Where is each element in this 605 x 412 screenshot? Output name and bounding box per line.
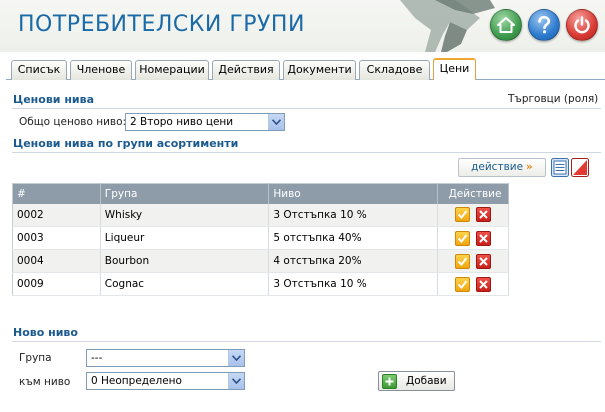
cell-level: 5 отстъпка 40% xyxy=(268,226,439,250)
column-header-level: Ниво xyxy=(268,183,439,204)
general-price-level-label: Общо ценово ниво: xyxy=(19,116,127,128)
tab-numbering[interactable]: Номерации xyxy=(135,60,209,80)
cell-id: 0009 xyxy=(12,272,101,296)
level-label: към ниво xyxy=(19,376,71,388)
edit-icon[interactable] xyxy=(455,253,470,269)
column-header-group: Група xyxy=(100,183,270,204)
assortment-levels-title: Ценови нива по групи асортименти xyxy=(13,137,239,150)
table-row: 0009 Cognac 3 Отстъпка 10 % xyxy=(12,272,509,296)
chevron-down-icon xyxy=(268,114,284,130)
divider xyxy=(12,152,601,153)
general-price-level-select[interactable]: 2 Второ ниво цени xyxy=(125,113,285,131)
level-select[interactable]: 0 Неопределено xyxy=(86,372,245,390)
cell-group: Cognac xyxy=(100,272,270,296)
tab-members[interactable]: Членове xyxy=(70,60,132,80)
table-row: 0002 Whisky 3 Отстъпка 10 % xyxy=(12,203,509,227)
edit-icon[interactable] xyxy=(455,207,470,223)
table-view-button[interactable] xyxy=(551,158,569,177)
edit-icon[interactable] xyxy=(455,230,470,246)
cell-id: 0003 xyxy=(12,226,101,250)
group-select[interactable]: --- xyxy=(86,349,245,367)
help-button[interactable] xyxy=(528,9,560,41)
tab-actions[interactable]: Действия xyxy=(212,60,280,80)
general-price-level-value: 2 Второ ниво цени xyxy=(130,116,234,128)
table-row: 0003 Liqueur 5 отстъпка 40% xyxy=(12,226,509,250)
double-chevron-right-icon: » xyxy=(526,161,533,173)
divider xyxy=(12,341,601,342)
cell-id: 0002 xyxy=(12,203,101,227)
cell-actions xyxy=(437,249,509,273)
clear-filter-button[interactable] xyxy=(571,158,589,177)
home-icon xyxy=(497,17,515,33)
list-icon xyxy=(551,158,569,177)
cell-actions xyxy=(437,226,509,250)
cell-actions xyxy=(437,272,509,296)
table-row: 0004 Bourbon 4 отстъпка 20% xyxy=(12,249,509,273)
group-label: Група xyxy=(19,352,52,364)
new-level-title: Ново ниво xyxy=(13,326,78,339)
help-icon xyxy=(538,16,551,34)
action-menu-label: действие xyxy=(471,161,524,173)
cell-id: 0004 xyxy=(12,249,101,273)
cell-level: 3 Отстъпка 10 % xyxy=(268,272,439,296)
bird-logo-icon xyxy=(400,0,495,52)
add-button[interactable]: Добави xyxy=(378,371,455,391)
action-menu-button[interactable]: действие» xyxy=(458,158,546,177)
cell-actions xyxy=(437,203,509,227)
delete-icon[interactable] xyxy=(476,253,491,269)
divider xyxy=(12,108,601,109)
tab-list[interactable]: Списък xyxy=(11,60,67,80)
tab-warehouses[interactable]: Складове xyxy=(359,60,430,80)
plus-icon xyxy=(382,374,397,389)
tab-prices[interactable]: Цени xyxy=(433,58,476,80)
app-header: ПОТРЕБИТЕЛСКИ ГРУПИ xyxy=(0,0,605,52)
table-header-row: # Група Ниво Действие xyxy=(12,183,509,204)
cell-group: Bourbon xyxy=(100,249,270,273)
assortment-levels-table: # Група Ниво Действие 0002 Whisky 3 Отст… xyxy=(12,183,509,296)
column-header-id: # xyxy=(12,183,101,204)
power-icon xyxy=(574,16,590,34)
delete-icon[interactable] xyxy=(476,230,491,246)
chevron-down-icon xyxy=(228,350,244,366)
group-select-value: --- xyxy=(91,352,103,364)
tab-documents[interactable]: Документи xyxy=(283,60,356,80)
home-button[interactable] xyxy=(490,9,522,41)
chevron-down-icon xyxy=(228,373,244,389)
add-button-label: Добави xyxy=(406,375,447,387)
level-select-value: 0 Неопределено xyxy=(91,375,182,387)
cell-level: 4 отстъпка 20% xyxy=(268,249,439,273)
cell-level: 3 Отстъпка 10 % xyxy=(268,203,439,227)
eraser-icon xyxy=(571,158,589,177)
edit-icon[interactable] xyxy=(455,276,470,292)
price-levels-title: Ценови нива xyxy=(13,93,95,106)
logout-button[interactable] xyxy=(566,9,598,41)
column-header-action: Действие xyxy=(437,183,509,204)
cell-group: Liqueur xyxy=(100,226,270,250)
delete-icon[interactable] xyxy=(476,276,491,292)
cell-group: Whisky xyxy=(100,203,270,227)
role-label: Търговци (роля) xyxy=(508,93,599,105)
page-title: ПОТРЕБИТЕЛСКИ ГРУПИ xyxy=(18,12,305,37)
delete-icon[interactable] xyxy=(476,207,491,223)
